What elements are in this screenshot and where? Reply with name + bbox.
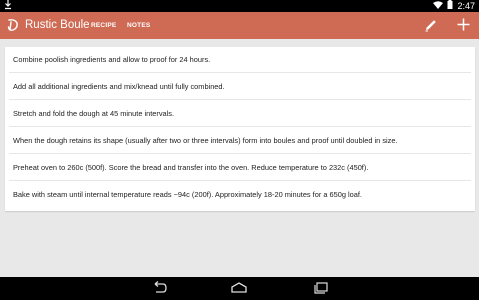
recipe-step: Preheat oven to 260c (500f). Score the b… — [13, 163, 369, 172]
recipe-step: Combine poolish ingredients and allow to… — [13, 55, 211, 64]
app-logo-icon[interactable] — [6, 18, 20, 32]
status-icons: 2:47 — [433, 0, 475, 12]
recipe-step: Add all additional ingredients and mix/k… — [13, 82, 225, 91]
recipe-steps-card: Combine poolish ingredients and allow to… — [5, 47, 475, 211]
tab-recipe[interactable]: RECIPE — [91, 21, 116, 30]
clock: 2:47 — [457, 1, 475, 11]
recents-icon[interactable] — [312, 281, 330, 295]
navigation-bar — [0, 277, 479, 300]
step-divider — [9, 180, 471, 181]
step-divider — [9, 72, 471, 73]
home-icon[interactable] — [230, 281, 248, 295]
pencil-icon[interactable] — [424, 18, 438, 32]
recipe-step: Bake with steam until internal temperatu… — [13, 190, 362, 199]
recipe-step: Stretch and fold the dough at 45 minute … — [13, 109, 175, 118]
status-bar: 2:47 — [0, 0, 479, 12]
wifi-icon — [433, 0, 444, 12]
recipe-step: When the dough retains its shape (usuall… — [13, 136, 398, 145]
plus-icon[interactable] — [457, 18, 470, 31]
battery-icon — [447, 0, 453, 12]
action-bar: Rustic Boule RECIPE NOTES — [0, 12, 479, 39]
tab-notes[interactable]: NOTES — [127, 21, 150, 30]
app-title: Rustic Boule — [25, 19, 90, 31]
step-divider — [9, 126, 471, 127]
back-icon[interactable] — [150, 281, 168, 295]
step-divider — [9, 99, 471, 100]
step-divider — [9, 153, 471, 154]
